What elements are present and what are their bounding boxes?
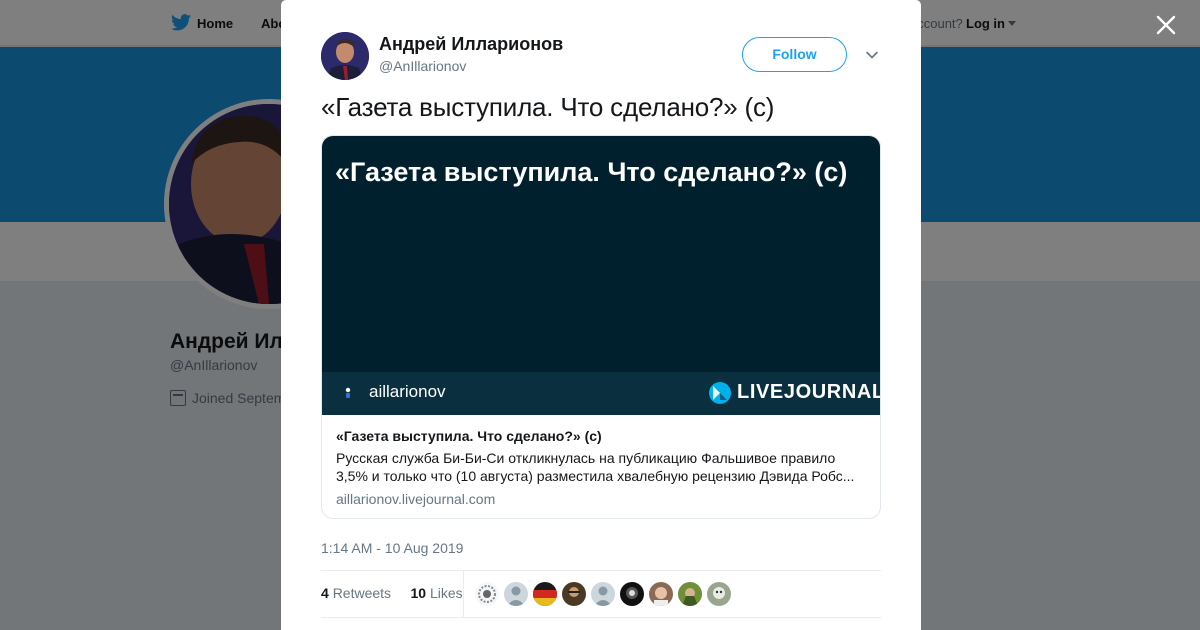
author-avatar[interactable] [321,32,369,80]
tweet-timestamp[interactable]: 1:14 AM - 10 Aug 2019 [321,540,463,556]
likes-stat[interactable]: 10 Likes [411,585,463,601]
card-title: «Газета выступила. Что сделано?» (с) [336,428,602,444]
user-icon [345,387,351,398]
card-description: Русская служба Би-Би-Си откликнулась на … [336,450,855,484]
liker-avatar[interactable] [649,582,673,606]
author-name[interactable]: Андрей Илларионов [379,34,563,55]
liker-avatar[interactable] [562,582,586,606]
retweets-label: Retweets [332,585,392,601]
retweets-count: 4 [321,585,329,601]
divider [321,617,881,618]
stats-separator [463,571,464,617]
liker-avatar[interactable] [504,582,528,606]
liker-avatar[interactable] [707,582,731,606]
liker-avatar[interactable] [533,582,557,606]
follow-button[interactable]: Follow [742,37,847,72]
link-preview-card[interactable]: «Газета выступила. Что сделано?» (с) ail… [321,135,881,519]
tweet-stats: 4 Retweets 10 Likes [321,585,463,601]
author-handle[interactable]: @AnIllarionov [379,58,466,74]
card-image-title: «Газета выступила. Что сделано?» (с) [335,157,848,187]
livejournal-logo-text: LIVEJOURNAL [737,381,881,403]
chevron-down-icon[interactable] [864,47,880,63]
card-image-footer: aillarionov LIVEJOURNAL [322,372,880,415]
card-domain: aillarionov.livejournal.com [336,491,496,507]
liker-avatar[interactable] [475,582,499,606]
card-image-username: aillarionov [369,382,446,401]
close-icon[interactable] [1154,13,1178,37]
likes-label: Likes [429,585,463,601]
likes-count: 10 [410,585,427,601]
divider [321,570,881,571]
liker-avatar[interactable] [678,582,702,606]
tweet-permalink-modal: Андрей Илларионов @AnIllarionov Follow «… [281,0,921,630]
liker-avatar[interactable] [620,582,644,606]
card-image: «Газета выступила. Что сделано?» (с) ail… [322,136,880,415]
retweets-stat[interactable]: 4 Retweets [321,585,391,601]
author-photo [321,32,369,80]
tweet-text: «Газета выступила. Что сделано?» (с) [321,92,775,122]
liker-avatar[interactable] [591,582,615,606]
livejournal-logo-icon [709,382,731,404]
